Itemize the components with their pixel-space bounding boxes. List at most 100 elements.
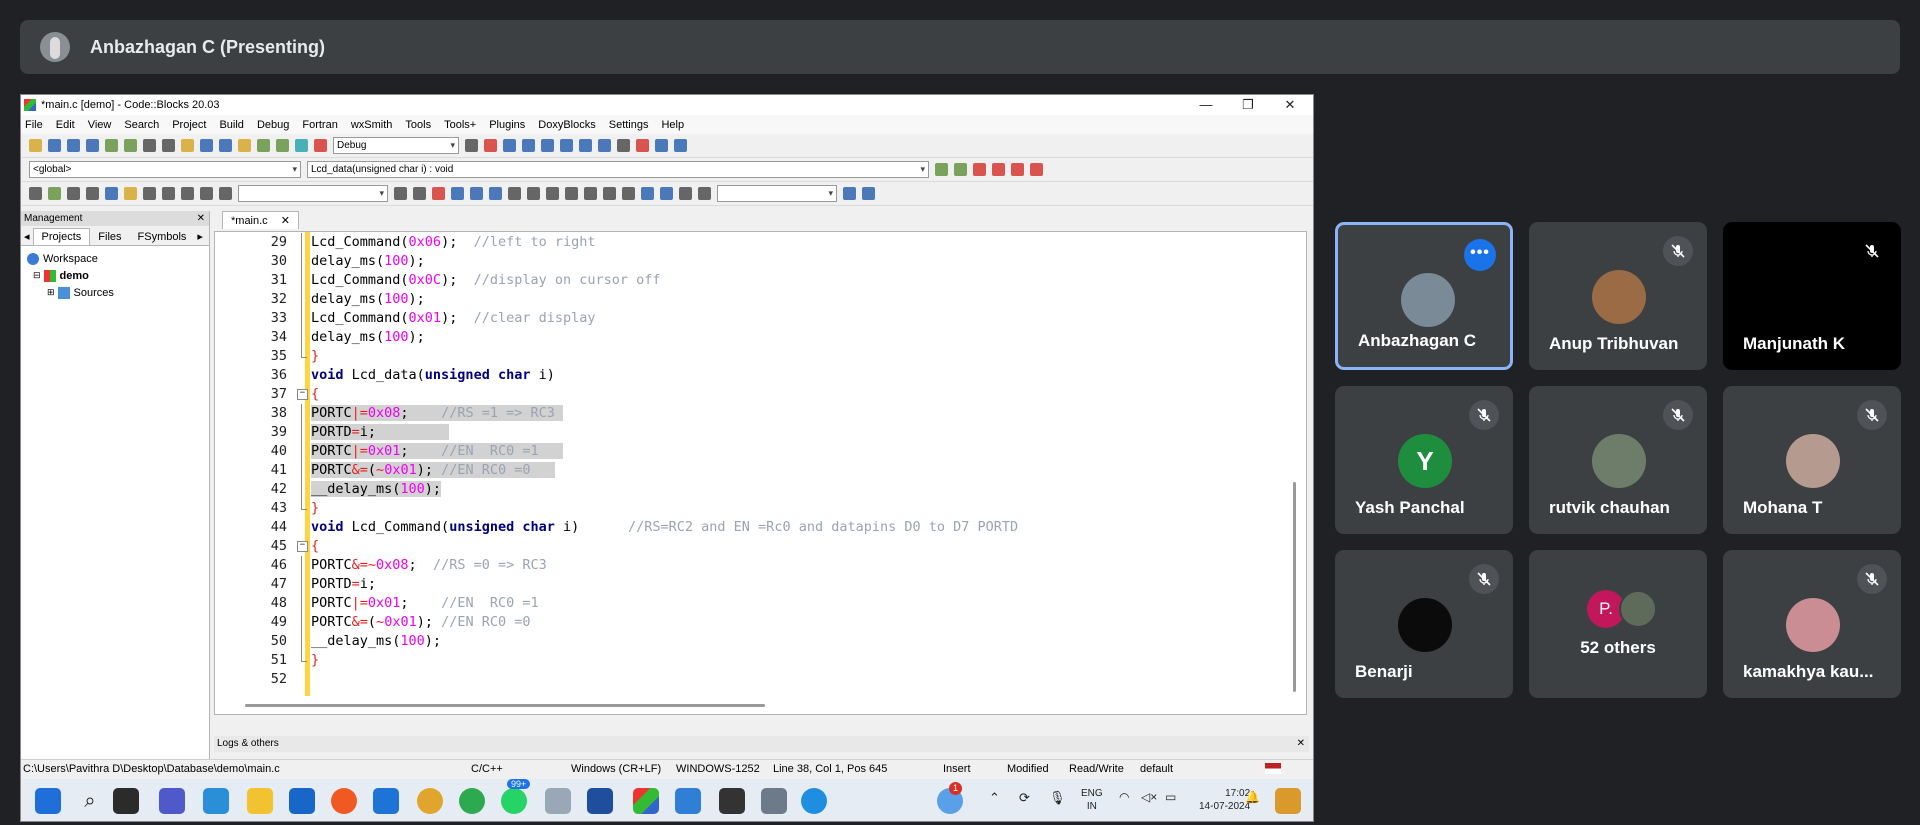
- menu-project[interactable]: Project: [172, 119, 206, 131]
- jump-forward-icon[interactable]: [954, 163, 967, 176]
- replace-icon[interactable]: [219, 139, 232, 152]
- match-case-icon[interactable]: [470, 187, 483, 200]
- tab-fsymbols[interactable]: FSymbols: [130, 229, 195, 245]
- tool-icon[interactable]: [143, 187, 156, 200]
- tab-scroll-right-icon[interactable]: ▸: [194, 228, 206, 245]
- copy-icon[interactable]: [162, 139, 175, 152]
- save-all-icon[interactable]: [86, 139, 99, 152]
- code-line[interactable]: 43}: [271, 499, 1301, 518]
- undo-icon[interactable]: [105, 139, 118, 152]
- symbol-s-icon[interactable]: [679, 187, 692, 200]
- code-line[interactable]: 29 Lcd_Command(0x06); //left to right: [271, 233, 1301, 252]
- menu-settings[interactable]: Settings: [609, 119, 649, 131]
- search-icon[interactable]: [843, 187, 856, 200]
- code-line[interactable]: 39 PORTD=i;: [271, 423, 1301, 442]
- code-line[interactable]: 49 PORTC&=(~0x01); //EN RC0 =0: [271, 613, 1301, 632]
- extract-docs-icon[interactable]: [48, 187, 61, 200]
- settings-icon[interactable]: [862, 187, 875, 200]
- scope-select[interactable]: <global>: [29, 161, 301, 178]
- logs-close-icon[interactable]: ✕: [1297, 736, 1305, 752]
- whatsapp-icon[interactable]: [501, 788, 527, 814]
- snipping-icon[interactable]: [545, 788, 571, 814]
- menu-edit[interactable]: Edit: [56, 119, 75, 131]
- chrome-icon[interactable]: [459, 788, 485, 814]
- clear-bookmarks-icon[interactable]: [1030, 163, 1043, 176]
- participant-tile[interactable]: rutvik chauhan: [1529, 386, 1707, 534]
- code-line[interactable]: 47 PORTD=i;: [271, 575, 1301, 594]
- expand-icon[interactable]: ⊞: [47, 287, 55, 298]
- run-doxywizard-icon[interactable]: [29, 187, 42, 200]
- fold-toggle-icon[interactable]: [297, 385, 308, 404]
- open-html-icon[interactable]: [105, 187, 118, 200]
- code-editor[interactable]: 29 Lcd_Command(0x06); //left to right 30 de…: [214, 231, 1307, 715]
- debug-windows-icon[interactable]: [655, 139, 668, 152]
- chevron-up-icon[interactable]: ⌃: [989, 791, 1000, 804]
- close-panel-icon[interactable]: ✕: [197, 211, 205, 226]
- function-select[interactable]: Lcd_data(unsigned char i) : void: [307, 161, 929, 178]
- bell-icon[interactable]: 🔔: [1245, 791, 1260, 804]
- code-line[interactable]: 33 Lcd_Command(0x01); //clear display: [271, 309, 1301, 328]
- participant-tile[interactable]: P. 52 others: [1529, 550, 1707, 698]
- image-icon[interactable]: [546, 187, 559, 200]
- debug-start-icon[interactable]: [484, 139, 497, 152]
- code-line[interactable]: 42 __delay_ms(100);: [271, 480, 1301, 499]
- run-icon[interactable]: [257, 139, 270, 152]
- microphone-icon[interactable]: 🎙: [1049, 791, 1066, 804]
- brave-icon[interactable]: [331, 788, 357, 814]
- edge-icon[interactable]: [801, 788, 827, 814]
- highlight-icon[interactable]: [432, 187, 445, 200]
- file-tab-main-c[interactable]: *main.c ✕: [222, 211, 299, 229]
- wifi-icon[interactable]: ◠: [1119, 791, 1129, 804]
- code-line[interactable]: 34 delay_ms(100);: [271, 328, 1301, 347]
- teams-icon[interactable]: [159, 788, 185, 814]
- paint-icon[interactable]: [675, 788, 701, 814]
- rebuild-icon[interactable]: [295, 139, 308, 152]
- battery-icon[interactable]: ▭: [1165, 791, 1176, 804]
- step-instruction-icon[interactable]: [598, 139, 611, 152]
- record-icon[interactable]: [181, 187, 194, 200]
- menu-tools-plus[interactable]: Tools+: [444, 119, 476, 131]
- step-out-icon[interactable]: [560, 139, 573, 152]
- regex-icon[interactable]: [489, 187, 502, 200]
- menu-plugins[interactable]: Plugins: [489, 119, 525, 131]
- step-into-icon[interactable]: [541, 139, 554, 152]
- task-view-icon[interactable]: [113, 788, 139, 814]
- code-line[interactable]: 36 void Lcd_data(unsigned char i): [271, 366, 1301, 385]
- toggle-bookmark-icon[interactable]: [973, 163, 986, 176]
- app-icon[interactable]: [761, 788, 787, 814]
- participant-tile[interactable]: Benarji: [1335, 550, 1513, 698]
- zoom-out-icon[interactable]: [660, 187, 673, 200]
- chrome-canary-icon[interactable]: [417, 788, 443, 814]
- code-line[interactable]: 52: [271, 670, 1301, 689]
- code-line[interactable]: 32 delay_ms(100);: [271, 290, 1301, 309]
- horizontal-scrollbar[interactable]: [245, 700, 1285, 712]
- participant-tile[interactable]: Manjunath K: [1723, 222, 1901, 370]
- store-icon[interactable]: [289, 788, 315, 814]
- find-icon[interactable]: [200, 139, 213, 152]
- code-line[interactable]: 41 PORTC&=(~0x01); //EN RC0 =0: [271, 461, 1301, 480]
- next-bookmark-icon[interactable]: [1011, 163, 1024, 176]
- menu-doxyblocks[interactable]: DoxyBlocks: [538, 119, 595, 131]
- menu-help[interactable]: Help: [661, 119, 684, 131]
- build-icon[interactable]: [238, 139, 251, 152]
- code-line[interactable]: 31 Lcd_Command(0x0C); //display on cursor…: [271, 271, 1301, 290]
- codeblocks-taskbar-icon[interactable]: [633, 788, 659, 814]
- language-indicator[interactable]: ENG IN: [1081, 787, 1103, 813]
- code-line[interactable]: 35}: [271, 347, 1301, 366]
- stop-debug-icon[interactable]: [636, 139, 649, 152]
- tree-item-workspace[interactable]: Workspace: [27, 250, 203, 267]
- minimize-icon[interactable]: —: [1185, 95, 1227, 115]
- search-combo[interactable]: [238, 185, 388, 202]
- open-icon[interactable]: [48, 139, 61, 152]
- more-options-icon[interactable]: •••: [1464, 239, 1496, 271]
- rect-icon[interactable]: [527, 187, 540, 200]
- menu-file[interactable]: File: [25, 119, 43, 131]
- capcut-icon[interactable]: [719, 788, 745, 814]
- code-line[interactable]: 46 PORTC&=~0x08; //RS =0 => RC3: [271, 556, 1301, 575]
- zoom-in-icon[interactable]: [641, 187, 654, 200]
- tab-close-icon[interactable]: ✕: [281, 215, 290, 227]
- menu-build[interactable]: Build: [219, 119, 243, 131]
- new-file-icon[interactable]: [29, 139, 42, 152]
- search-taskbar-icon[interactable]: ⌕: [77, 788, 103, 814]
- code-line[interactable]: 40 PORTC|=0x01; //EN RC0 =1: [271, 442, 1301, 461]
